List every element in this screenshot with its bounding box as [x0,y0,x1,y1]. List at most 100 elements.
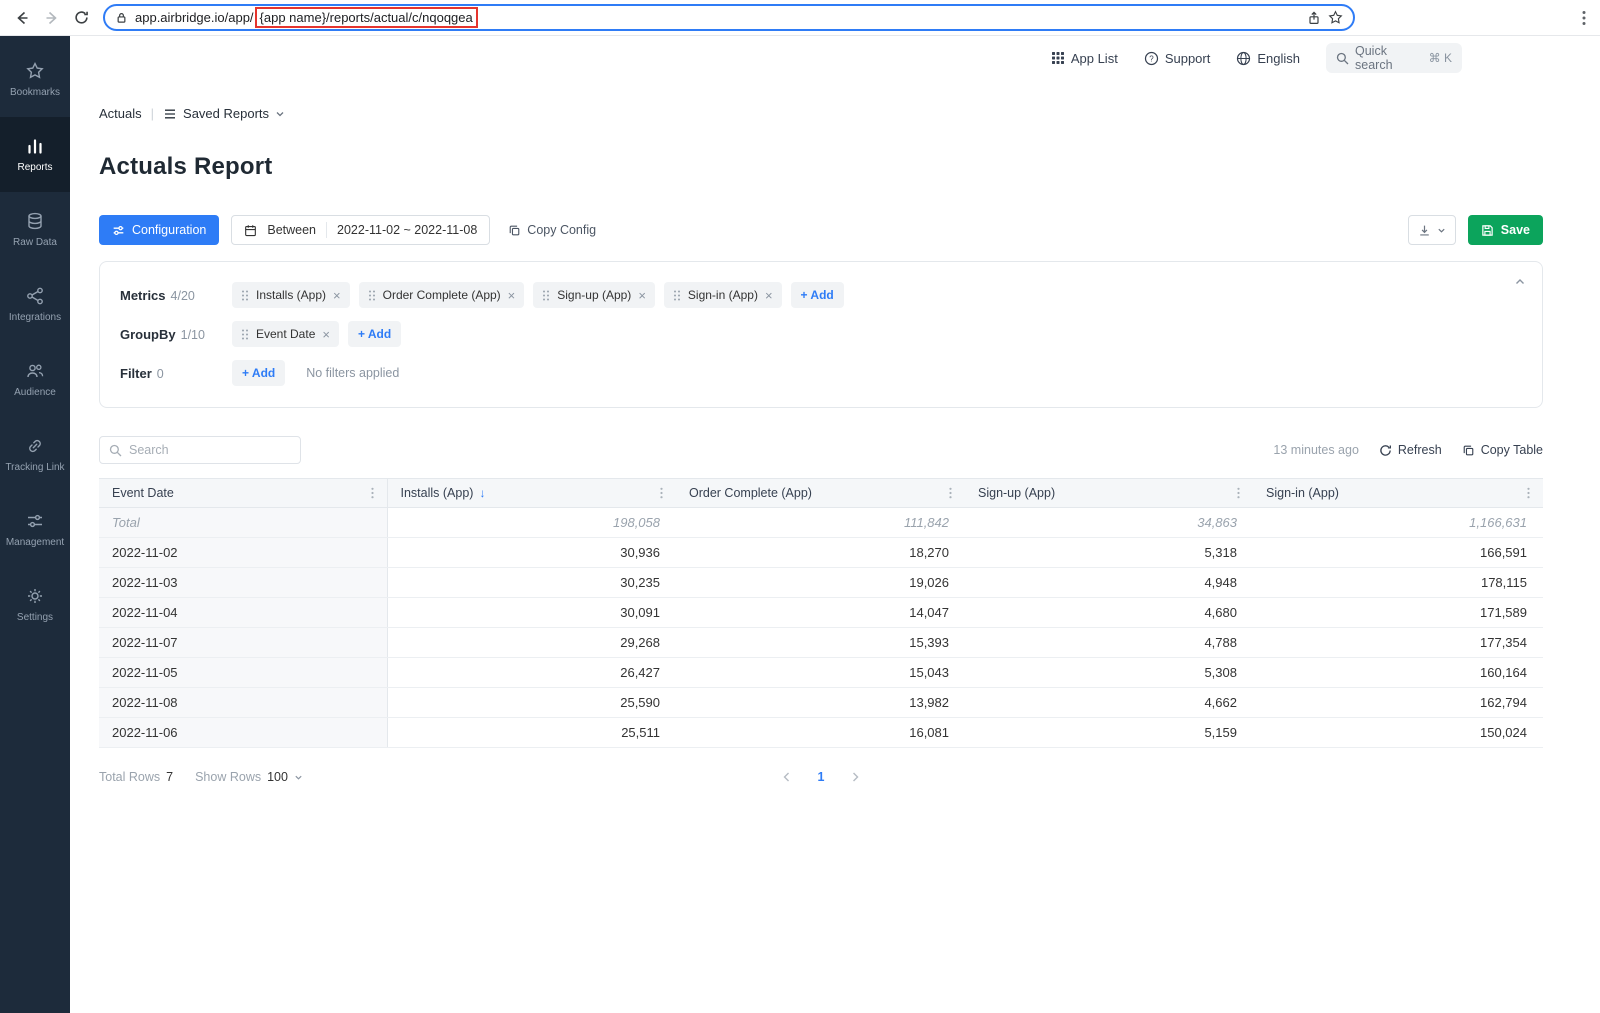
bookmark-star-icon[interactable] [1328,10,1343,25]
remove-chip-icon[interactable]: × [333,289,341,302]
copy-table-button[interactable]: Copy Table [1462,443,1543,457]
refresh-icon [1379,444,1392,457]
download-button[interactable] [1408,215,1456,245]
search-input[interactable] [129,443,291,457]
refresh-button[interactable]: Refresh [1379,443,1442,457]
next-page-icon[interactable] [850,771,860,783]
drag-handle-icon[interactable] [368,289,376,302]
value-cell: 29,268 [387,628,676,658]
list-icon [163,107,177,121]
metric-chip[interactable]: Sign-up (App)× [533,282,655,308]
shortcut-hint: ⌘ K [1429,51,1452,65]
browser-refresh-icon[interactable] [74,10,89,25]
value-cell: 25,590 [387,688,676,718]
column-menu-icon[interactable] [949,487,952,499]
column-header-installs[interactable]: Installs (App)↓ [387,479,676,508]
column-menu-icon[interactable] [1527,487,1530,499]
value-cell: 4,788 [965,628,1253,658]
add-groupby-button[interactable]: + Add [348,321,401,347]
column-menu-icon[interactable] [660,487,663,499]
table-footer: Total Rows 7 Show Rows 100 1 [99,770,1543,784]
app-list-button[interactable]: App List [1051,51,1118,66]
column-menu-icon[interactable] [1237,487,1240,499]
date-cell: 2022-11-08 [99,688,387,718]
value-cell: 26,427 [387,658,676,688]
url-highlighted-segment: {app name}/reports/actual/c/nqoqgea [255,7,478,28]
date-range-picker[interactable]: Between 2022-11-02 ~ 2022-11-08 [231,215,490,245]
column-menu-icon[interactable] [371,487,374,499]
drag-handle-icon[interactable] [542,289,550,302]
drag-handle-icon[interactable] [241,289,249,302]
breadcrumb: Actuals | Saved Reports [99,106,1543,121]
prev-page-icon[interactable] [782,771,792,783]
sidebar-item-bookmarks[interactable]: Bookmarks [0,42,70,117]
page-number[interactable]: 1 [818,770,825,784]
language-button[interactable]: English [1236,51,1300,66]
add-metric-button[interactable]: + Add [791,282,844,308]
bookmarks-star-icon [25,61,45,81]
date-range-value: 2022-11-02 ~ 2022-11-08 [337,223,477,237]
date-cell: 2022-11-05 [99,658,387,688]
browser-menu-icon[interactable] [1582,10,1586,26]
value-cell: 30,091 [387,598,676,628]
link-icon [25,436,45,456]
sliders-icon [25,511,45,531]
svg-text:?: ? [1149,54,1154,63]
value-cell: 14,047 [676,598,965,628]
value-cell: 5,308 [965,658,1253,688]
column-header-event-date[interactable]: Event Date [99,479,387,508]
share-icon[interactable] [1307,11,1321,25]
browser-forward-icon[interactable] [44,10,60,26]
table-row: 2022-11-02 30,936 18,270 5,318 166,591 [99,538,1543,568]
search-icon [109,444,122,457]
saved-reports-dropdown[interactable]: Saved Reports [163,106,285,121]
address-bar[interactable]: app.airbridge.io/app/{app name}/reports/… [103,4,1355,31]
total-cell: 111,842 [676,508,965,538]
remove-chip-icon[interactable]: × [322,328,330,341]
remove-chip-icon[interactable]: × [508,289,516,302]
metric-chip[interactable]: Sign-in (App)× [664,282,782,308]
support-button[interactable]: ? Support [1144,51,1211,66]
sidebar-item-management[interactable]: Management [0,492,70,567]
table-search[interactable] [99,436,301,464]
save-disk-icon [1481,224,1494,237]
show-rows-select[interactable]: Show Rows 100 [195,770,303,784]
drag-handle-icon[interactable] [673,289,681,302]
quick-search[interactable]: Quick search ⌘ K [1326,43,1462,73]
column-header-order-complete[interactable]: Order Complete (App) [676,479,965,508]
sidebar-item-reports[interactable]: Reports [0,117,70,192]
column-header-sign-up[interactable]: Sign-up (App) [965,479,1253,508]
metric-chip[interactable]: Order Complete (App)× [359,282,525,308]
table-row: 2022-11-07 29,268 15,393 4,788 177,354 [99,628,1543,658]
value-cell: 18,270 [676,538,965,568]
browser-back-icon[interactable] [14,10,30,26]
add-filter-button[interactable]: + Add [232,360,285,386]
drag-handle-icon[interactable] [241,328,249,341]
column-header-sign-in[interactable]: Sign-in (App) [1253,479,1543,508]
groupby-chip[interactable]: Event Date× [232,321,339,347]
top-navigation: App List ? Support English Quick search … [70,36,1600,80]
remove-chip-icon[interactable]: × [638,289,646,302]
sidebar-item-tracking-link[interactable]: Tracking Link [0,417,70,492]
sidebar-item-integrations[interactable]: Integrations [0,267,70,342]
breadcrumb-actuals[interactable]: Actuals [99,106,142,121]
filter-count: 0 [157,367,164,381]
copy-config-button[interactable]: Copy Config [508,223,596,237]
sidebar-item-settings[interactable]: Settings [0,567,70,642]
table-row: 2022-11-05 26,427 15,043 5,308 160,164 [99,658,1543,688]
table-row: 2022-11-08 25,590 13,982 4,662 162,794 [99,688,1543,718]
metric-chip[interactable]: Installs (App)× [232,282,350,308]
collapse-panel-icon[interactable] [1514,276,1526,288]
remove-chip-icon[interactable]: × [765,289,773,302]
grid-icon [1051,51,1065,65]
groupby-row: GroupBy1/10 Event Date× + Add [120,321,1522,347]
sort-desc-icon[interactable]: ↓ [479,486,485,500]
save-button[interactable]: Save [1468,215,1543,245]
metrics-label: Metrics [120,288,166,303]
download-icon [1418,224,1431,237]
configuration-button[interactable]: Configuration [99,215,219,245]
sidebar-item-audience[interactable]: Audience [0,342,70,417]
chevron-down-icon [294,773,303,782]
last-updated-text: 13 minutes ago [1273,443,1358,457]
sidebar-item-raw-data[interactable]: Raw Data [0,192,70,267]
